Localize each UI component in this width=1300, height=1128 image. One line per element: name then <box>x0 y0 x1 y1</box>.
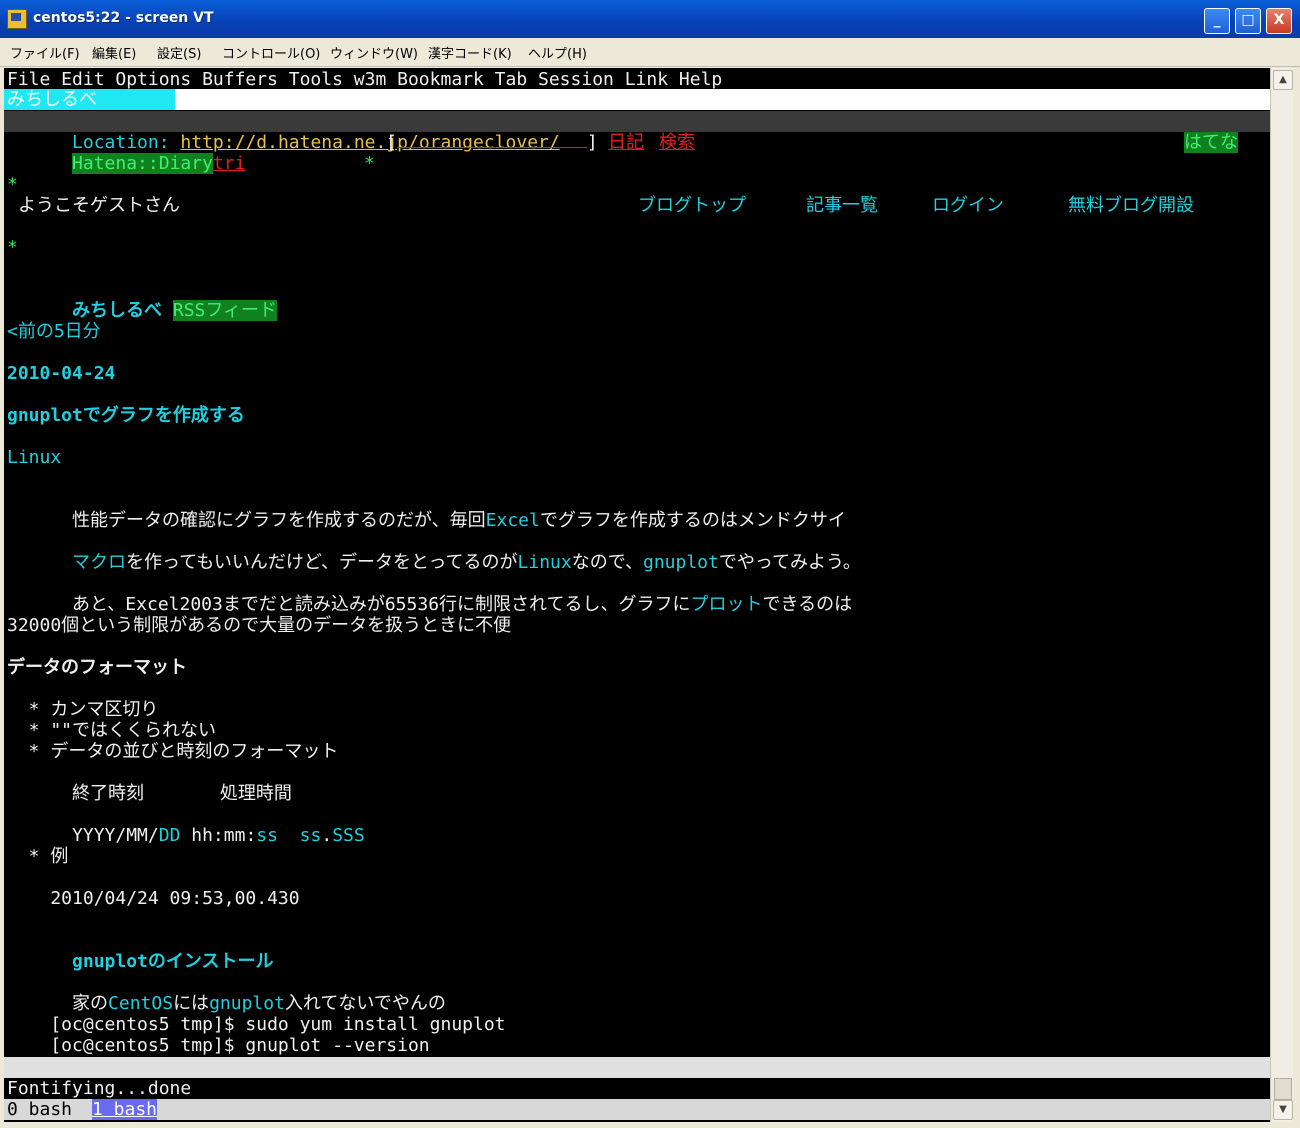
hatena-link[interactable]: はてな <box>1184 132 1238 153</box>
paragraph-4: 32000個という制限があるので大量のデータを扱うときに不便 <box>7 615 512 636</box>
screen-status-bar <box>4 1099 1270 1120</box>
command-line: [oc@centos5 tmp]$ sudo yum install gnupl… <box>7 1014 506 1035</box>
tab-bar <box>4 89 1270 110</box>
list-item: * ""ではくくられない <box>7 720 217 741</box>
hatena-diary-logo[interactable]: Hatena::Diary <box>72 153 213 174</box>
list-item: * 例 <box>7 846 69 867</box>
entry-date[interactable]: 2010-04-24 <box>7 363 115 384</box>
tab-michishirube[interactable]: みちしるべ <box>4 89 175 110</box>
login-link[interactable]: ログイン <box>932 195 1004 216</box>
star-mark: * <box>7 174 18 195</box>
app-icon <box>7 9 27 29</box>
free-blog-link[interactable]: 無料ブログ開設 <box>1068 195 1194 216</box>
hatena-tri-link[interactable]: tri <box>213 153 246 174</box>
menu-edit[interactable]: 編集(E) <box>92 43 136 62</box>
list-item: * データの並びと時刻のフォーマット <box>7 741 339 762</box>
mode-line-text: -UUE:%%--F1 *w3m* [ - ] / みちしるべ Top (2,0… <box>72 1078 1270 1099</box>
paragraph-2: マクロを作ってもいいんだけど、データをとってるのがLinuxなので、gnuplo… <box>72 552 861 573</box>
menu-settings[interactable]: 設定(S) <box>157 43 201 62</box>
menu-control[interactable]: コントロール(O) <box>222 43 320 62</box>
category-link[interactable]: Linux <box>7 447 61 468</box>
maximize-button[interactable]: □ <box>1235 8 1261 34</box>
welcome-text: ようこそゲストさん <box>18 195 180 216</box>
article-list-link[interactable]: 記事一覧 <box>806 195 878 216</box>
scroll-thumb[interactable] <box>1274 1078 1292 1100</box>
diary-link[interactable]: 日記 <box>608 132 644 153</box>
star-mark: * <box>7 237 18 258</box>
blog-title[interactable]: みちしるべ <box>72 300 162 321</box>
vertical-scrollbar[interactable]: ▲ ▼ <box>1270 68 1293 1122</box>
entry-title[interactable]: gnuplotでグラフを作成する <box>7 405 245 426</box>
gnuplot-link[interactable]: gnuplot <box>643 552 719 573</box>
menu-kanji-code[interactable]: 漢字コード(K) <box>428 43 512 62</box>
echo-area: Fontifying...done <box>7 1078 192 1099</box>
minimize-button[interactable]: _ <box>1204 8 1230 34</box>
title-bar[interactable]: centos5:22 - screen VT _ □ X <box>0 0 1300 38</box>
window-title: centos5:22 - screen VT <box>33 10 214 26</box>
rss-feed-link[interactable]: RSSフィード <box>172 300 278 321</box>
paragraph-3: あと、Excel2003までだと読み込みが65536行に制限されてるし、グラフに… <box>72 594 853 615</box>
linux-link[interactable]: Linux <box>518 552 572 573</box>
plot-link[interactable]: プロット <box>691 594 763 615</box>
list-item: * カンマ区切り <box>7 699 159 720</box>
menu-help[interactable]: ヘルプ(H) <box>528 43 587 62</box>
command-line: [oc@centos5 tmp]$ gnuplot --version <box>7 1035 430 1056</box>
menu-bar: ファイル(F) 編集(E) 設定(S) コントロール(O) ウィンドウ(W) 漢… <box>0 38 1300 67</box>
excel-link[interactable]: Excel <box>486 510 540 531</box>
heading-data-format: データのフォーマット <box>7 657 187 678</box>
menu-window[interactable]: ウィンドウ(W) <box>330 43 418 62</box>
star-mark: * <box>364 153 375 174</box>
scroll-up-arrow-icon[interactable]: ▲ <box>1273 70 1293 90</box>
gnuplot-link[interactable]: gnuplot <box>209 993 285 1014</box>
scroll-down-arrow-icon[interactable]: ▼ <box>1273 1100 1293 1120</box>
centos-link[interactable]: CentOS <box>108 993 173 1014</box>
table-row: YYYY/MM/DD hh:mm:ss ss.SSS <box>72 825 365 846</box>
emacs-menu-bar[interactable]: File Edit Options Buffers Tools w3m Book… <box>7 69 722 90</box>
terminal-screen[interactable]: File Edit Options Buffers Tools w3m Book… <box>4 68 1270 1122</box>
blog-top-link[interactable]: ブログトップ <box>638 195 746 216</box>
terminal-window: centos5:22 - screen VT _ □ X ファイル(F) 編集(… <box>0 0 1300 1128</box>
search-field[interactable]: [] <box>386 132 598 153</box>
paragraph-home: 家のCentOSにはgnuplot入れてないでやんの <box>72 993 446 1014</box>
search-link[interactable]: 検索 <box>659 132 695 153</box>
close-button[interactable]: X <box>1266 8 1292 34</box>
screen-window-1[interactable]: 1 bash <box>92 1099 158 1120</box>
macro-link[interactable]: マクロ <box>72 552 126 573</box>
screen-window-0[interactable]: 0 bash <box>7 1099 72 1120</box>
table-header: 終了時刻 処理時間 <box>7 783 292 804</box>
example-value: 2010/04/24 09:53,00.430 <box>7 888 300 909</box>
menu-file[interactable]: ファイル(F) <box>10 43 80 62</box>
paragraph-1: 性能データの確認にグラフを作成するのだが、毎回Excelでグラフを作成するのはメ… <box>72 510 846 531</box>
heading-install: gnuplotのインストール <box>72 951 274 972</box>
prev-5-days-link[interactable]: <前の5日分 <box>7 321 101 342</box>
